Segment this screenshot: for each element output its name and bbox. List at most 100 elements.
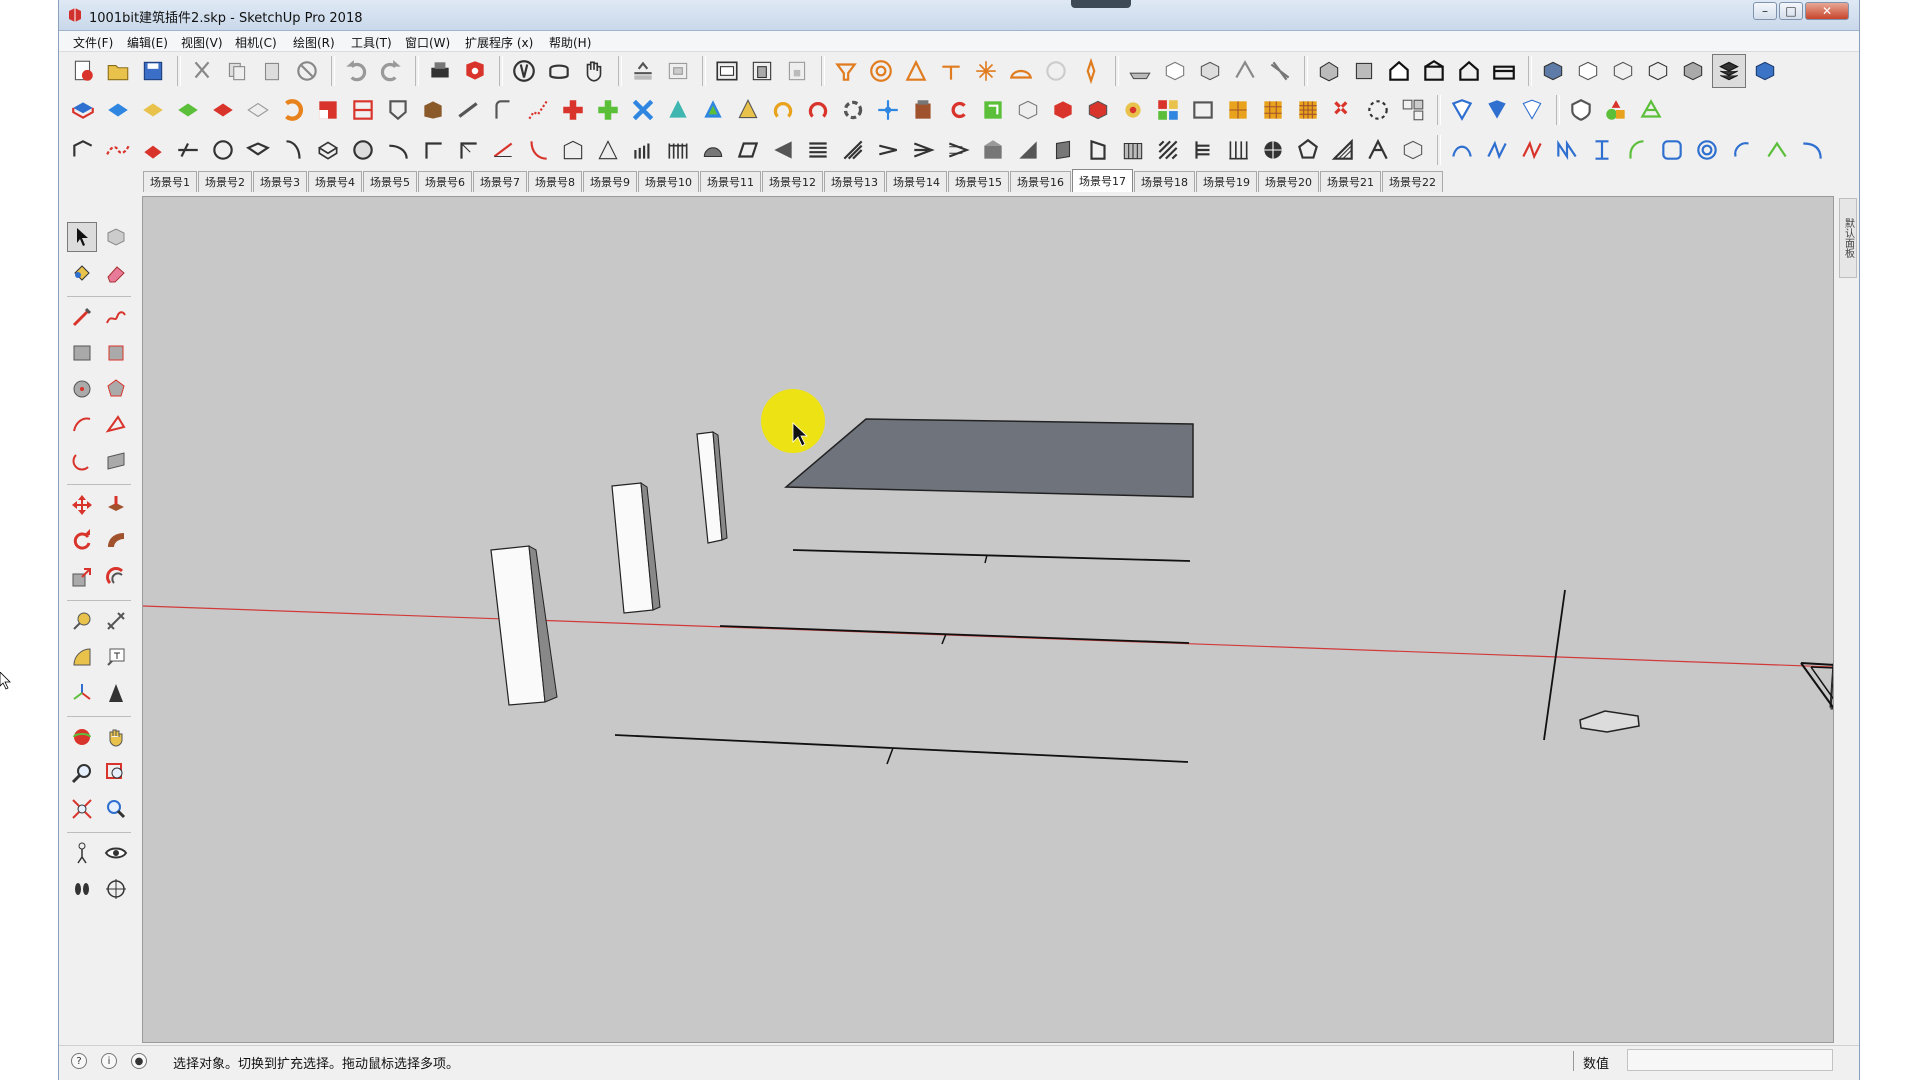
offset-tool-icon[interactable] <box>101 562 131 592</box>
plugin-a25-icon[interactable] <box>907 94 939 126</box>
model-viewport[interactable] <box>142 196 1834 1043</box>
scene-tab-6[interactable]: 场景号6 <box>418 171 472 192</box>
zoom-tool-icon[interactable] <box>67 758 97 788</box>
plugin-c35-icon[interactable] <box>1257 134 1289 166</box>
plugin-c8-icon[interactable] <box>312 134 344 166</box>
view-front-button[interactable] <box>1383 55 1415 87</box>
look-around-icon[interactable] <box>101 838 131 868</box>
plugin-c39-icon[interactable] <box>1397 134 1429 166</box>
zoom-extents-icon[interactable] <box>67 794 97 824</box>
section-view-button[interactable] <box>662 55 694 87</box>
scene-tab-22[interactable]: 场景号22 <box>1382 171 1443 192</box>
circle-tool-icon[interactable] <box>67 374 97 404</box>
view-right-button[interactable] <box>1418 55 1450 87</box>
scene-tab-2[interactable]: 场景号2 <box>198 171 252 192</box>
position-camera-icon[interactable] <box>67 838 97 868</box>
eraser-icon[interactable] <box>101 258 131 288</box>
plugin-c5-icon[interactable] <box>207 134 239 166</box>
plugin-a24-icon[interactable] <box>872 94 904 126</box>
walk-tool-icon[interactable] <box>67 874 97 904</box>
plugin-c13-icon[interactable] <box>487 134 519 166</box>
user-account-icon[interactable]: ● <box>131 1053 147 1069</box>
axes-tool-icon[interactable] <box>67 678 97 708</box>
erase-button[interactable] <box>291 55 323 87</box>
plugin-c31-icon[interactable] <box>1117 134 1149 166</box>
sandbox-7-button[interactable] <box>1040 55 1072 87</box>
pan-tool-icon[interactable] <box>101 722 131 752</box>
plugin-c7-icon[interactable] <box>277 134 309 166</box>
plugin-a30-icon[interactable] <box>1082 94 1114 126</box>
pie-tool-icon[interactable] <box>101 446 131 476</box>
plugin-b1-icon[interactable] <box>1446 94 1478 126</box>
menu-camera[interactable]: 相机(C) <box>235 34 277 51</box>
render-4-button[interactable] <box>1642 55 1674 87</box>
select-tool-icon[interactable] <box>67 222 97 252</box>
menu-help[interactable]: 帮助(H) <box>549 34 591 51</box>
protractor-icon[interactable] <box>67 642 97 672</box>
plugin-c17-icon[interactable] <box>627 134 659 166</box>
plugin-c1-icon[interactable] <box>67 134 99 166</box>
plugin-c9-icon[interactable] <box>347 134 379 166</box>
3d-text-icon[interactable] <box>101 678 131 708</box>
scene-tab-9[interactable]: 场景号9 <box>583 171 637 192</box>
plugin-a20-icon[interactable] <box>732 94 764 126</box>
plugin-c30-icon[interactable] <box>1082 134 1114 166</box>
save-button[interactable] <box>137 55 169 87</box>
scene-tab-19[interactable]: 场景号19 <box>1196 171 1257 192</box>
plugin-a5-icon[interactable] <box>207 94 239 126</box>
plugin-c3-icon[interactable] <box>137 134 169 166</box>
plugin-c37-icon[interactable] <box>1327 134 1359 166</box>
plugin-c21-icon[interactable] <box>767 134 799 166</box>
sandbox-6-button[interactable] <box>1005 55 1037 87</box>
sandbox-3-button[interactable] <box>900 55 932 87</box>
plugin-a10-icon[interactable] <box>382 94 414 126</box>
plugin-c34-icon[interactable] <box>1222 134 1254 166</box>
plugin-b3-icon[interactable] <box>1516 94 1548 126</box>
rotated-rectangle-icon[interactable] <box>101 338 131 368</box>
cut-button[interactable] <box>186 55 218 87</box>
make-component-icon[interactable] <box>101 222 131 252</box>
model-info-button[interactable] <box>459 55 491 87</box>
curve-9-icon[interactable] <box>1726 134 1758 166</box>
curve-4-icon[interactable] <box>1551 134 1583 166</box>
maximize-button[interactable]: □ <box>1779 2 1803 20</box>
line-tool-icon[interactable] <box>67 302 97 332</box>
plugin-a18-icon[interactable] <box>662 94 694 126</box>
scene-tab-13[interactable]: 场景号13 <box>824 171 885 192</box>
scene-tab-20[interactable]: 场景号20 <box>1258 171 1319 192</box>
plugin-b4-icon[interactable] <box>1565 94 1597 126</box>
plugin-c14-icon[interactable] <box>522 134 554 166</box>
plugin-a27-icon[interactable] <box>977 94 1009 126</box>
zoom-window-icon[interactable] <box>101 758 131 788</box>
plugin-a39-icon[interactable] <box>1397 94 1429 126</box>
plugin-a28-icon[interactable] <box>1012 94 1044 126</box>
style-4-button[interactable] <box>1229 55 1261 87</box>
plugin-c11-icon[interactable] <box>417 134 449 166</box>
menu-view[interactable]: 视图(V) <box>181 34 223 51</box>
plugin-a15-icon[interactable] <box>557 94 589 126</box>
plugin-a16-icon[interactable] <box>592 94 624 126</box>
scene-tab-11[interactable]: 场景号11 <box>700 171 761 192</box>
paint-bucket-icon[interactable] <box>67 258 97 288</box>
plugin-a12-icon[interactable] <box>452 94 484 126</box>
view-top-button[interactable] <box>1348 55 1380 87</box>
scene-tab-5[interactable]: 场景号5 <box>363 171 417 192</box>
plugin-a1-icon[interactable] <box>67 94 99 126</box>
lock-button[interactable] <box>781 55 813 87</box>
section-button[interactable] <box>627 55 659 87</box>
previous-view-icon[interactable] <box>101 794 131 824</box>
plugin-c38-icon[interactable] <box>1362 134 1394 166</box>
plugin-c16-icon[interactable] <box>592 134 624 166</box>
scene-tab-12[interactable]: 场景号12 <box>762 171 823 192</box>
plugin-c36-icon[interactable] <box>1292 134 1324 166</box>
plugin-a23-icon[interactable] <box>837 94 869 126</box>
open-file-button[interactable] <box>102 55 134 87</box>
curve-1-icon[interactable] <box>1446 134 1478 166</box>
sandbox-8-button[interactable] <box>1075 55 1107 87</box>
three-point-arc-icon[interactable] <box>67 446 97 476</box>
plugin-a6-icon[interactable] <box>242 94 274 126</box>
polygon-tool-icon[interactable] <box>101 374 131 404</box>
plugin-c33-icon[interactable] <box>1187 134 1219 166</box>
scale-tool-icon[interactable] <box>67 562 97 592</box>
section-plane-icon[interactable] <box>101 874 131 904</box>
